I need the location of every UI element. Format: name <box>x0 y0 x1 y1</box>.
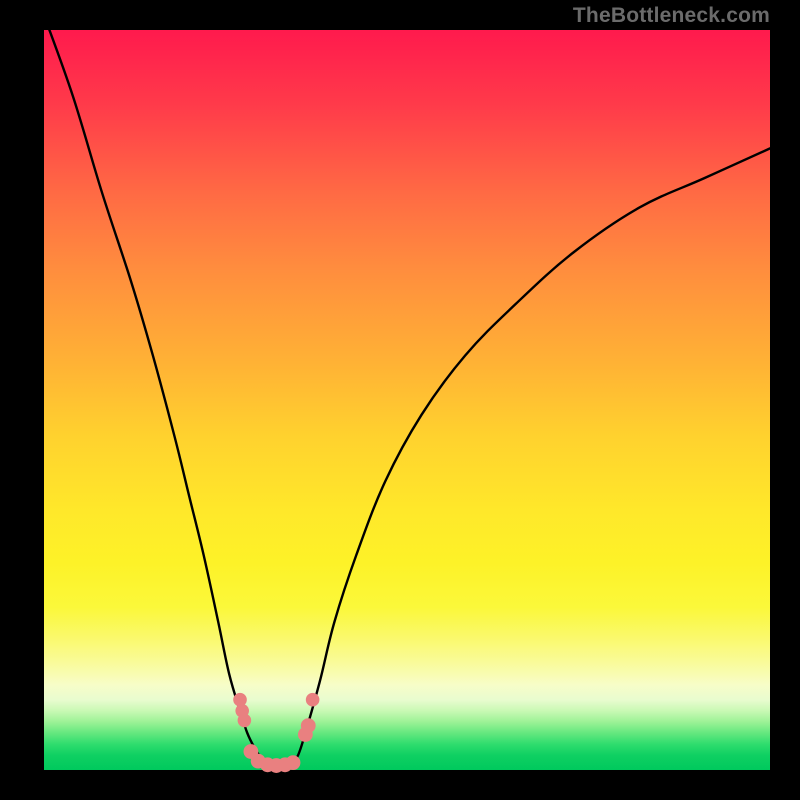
watermark-label: TheBottleneck.com <box>573 4 770 28</box>
chart-svg <box>0 0 800 800</box>
chart-frame: TheBottleneck.com <box>0 0 800 800</box>
data-marker <box>301 718 316 733</box>
data-marker <box>286 755 301 770</box>
data-marker <box>306 693 320 707</box>
curve-right-curve <box>291 148 770 766</box>
curve-left-curve <box>44 15 269 766</box>
data-marker <box>238 714 252 728</box>
